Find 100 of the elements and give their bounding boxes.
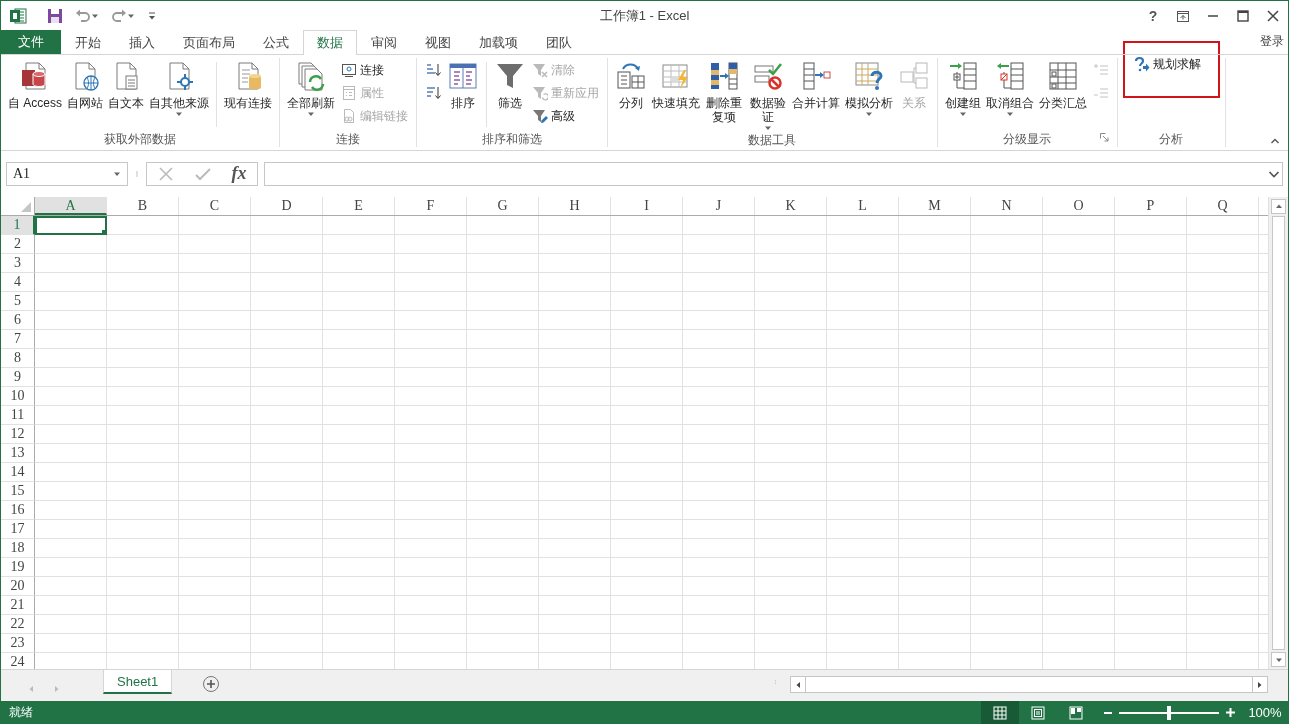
row-header[interactable]: 15	[1, 481, 35, 501]
ribbon-tab[interactable]: 公式	[249, 30, 303, 55]
column-header[interactable]: J	[683, 196, 755, 215]
plus-circle-icon	[202, 675, 221, 694]
ribbon-button[interactable]: 全部刷新	[285, 57, 337, 118]
zoom-in-button[interactable]	[1225, 707, 1236, 718]
formula-input[interactable]	[264, 161, 1283, 186]
ribbon-tab[interactable]: 数据	[303, 30, 357, 55]
ribbon-button[interactable]: 现有连接	[222, 57, 274, 110]
row-header[interactable]: 10	[1, 386, 35, 406]
ribbon-button[interactable]: 合并计算	[789, 57, 842, 110]
sign-in-link[interactable]: 登录	[1260, 33, 1288, 51]
row-header[interactable]: 20	[1, 576, 35, 596]
ribbon-button[interactable]: 规划求解	[1130, 52, 1204, 76]
ribbon-button[interactable]: 自文本	[106, 57, 146, 110]
ribbon-button[interactable]: 自网站	[65, 57, 105, 110]
row-header[interactable]: 9	[1, 367, 35, 387]
ribbon-button[interactable]: 快速填充	[650, 57, 702, 110]
refresh-files-icon	[295, 59, 327, 92]
chain-file-icon	[341, 108, 357, 125]
column-header[interactable]: O	[1043, 196, 1115, 215]
zoom-slider-thumb[interactable]	[1167, 705, 1171, 720]
ribbon-button[interactable]: 分列	[613, 57, 649, 110]
row-header[interactable]: 14	[1, 462, 35, 482]
column-header[interactable]: B	[107, 196, 179, 215]
row-header[interactable]: 8	[1, 348, 35, 368]
column-header[interactable]: K	[755, 196, 827, 215]
name-box[interactable]: A1	[6, 161, 128, 186]
column-header[interactable]: P	[1115, 196, 1187, 215]
help-button[interactable]: ?	[1138, 1, 1168, 30]
horizontal-scrollbar[interactable]	[790, 676, 1268, 694]
row-header[interactable]: 4	[1, 272, 35, 292]
scroll-right-icon	[1256, 680, 1264, 689]
ribbon-button[interactable]: 排序	[445, 57, 481, 110]
row-header[interactable]: 16	[1, 500, 35, 520]
page-break-icon	[1068, 704, 1084, 721]
row-header[interactable]: 6	[1, 310, 35, 330]
column-header[interactable]: E	[323, 196, 395, 215]
ribbon-button[interactable]: 分类汇总	[1036, 57, 1089, 110]
column-header[interactable]: M	[899, 196, 971, 215]
column-header[interactable]: Q	[1187, 196, 1259, 215]
column-header[interactable]: D	[251, 196, 323, 215]
funnel-clear-icon	[532, 62, 548, 79]
redo-icon	[111, 7, 127, 24]
spreadsheet-logo-icon	[9, 6, 27, 25]
connection-icon	[341, 62, 357, 79]
ribbon-tab[interactable]: 开始	[61, 30, 115, 55]
ribbon-tab[interactable]: 页面布局	[169, 30, 249, 55]
row-header[interactable]: 17	[1, 519, 35, 539]
column-header[interactable]: F	[395, 196, 467, 215]
insert-function-button[interactable]: fx	[231, 163, 247, 185]
ribbon-button[interactable]: 连接	[338, 58, 411, 82]
ribbon-button[interactable]: 高级	[529, 104, 602, 128]
row-header[interactable]: 2	[1, 234, 35, 254]
close-icon	[1266, 8, 1280, 23]
sheet-tab[interactable]: Sheet1	[103, 670, 173, 695]
ribbon-tab[interactable]: 加载项	[465, 30, 532, 55]
maximize-icon	[1236, 8, 1250, 23]
selected-cell[interactable]	[35, 215, 107, 235]
row-header[interactable]: 18	[1, 538, 35, 558]
row-header[interactable]: 5	[1, 291, 35, 311]
question-arrow-icon	[1133, 56, 1150, 73]
ribbon-button[interactable]: 自其他来源	[147, 57, 211, 118]
ribbon-tab[interactable]: 视图	[411, 30, 465, 55]
column-header[interactable]: G	[467, 196, 539, 215]
undo-icon	[75, 7, 91, 24]
ribbon-tab[interactable]: 审阅	[357, 30, 411, 55]
plus-icon	[1225, 707, 1236, 718]
column-header[interactable]: A	[35, 196, 107, 215]
caret-icon	[147, 10, 157, 21]
vertical-scrollbar[interactable]	[1268, 196, 1288, 670]
ribbon-button[interactable]: 自 Access	[6, 57, 64, 110]
row-header[interactable]: 21	[1, 595, 35, 615]
row-header[interactable]: 11	[1, 405, 35, 425]
column-header[interactable]: C	[179, 196, 251, 215]
ribbon-button[interactable]: 筛选	[492, 57, 528, 110]
ribbon-button[interactable]: 删除重复项	[703, 57, 746, 124]
ribbon-button[interactable]: 数据验证	[746, 57, 789, 132]
row-header[interactable]: 23	[1, 633, 35, 653]
zoom-level[interactable]: 100%	[1242, 705, 1288, 720]
column-header[interactable]: H	[539, 196, 611, 215]
row-header[interactable]: 22	[1, 614, 35, 634]
dialog-launcher-icon	[1099, 132, 1109, 142]
row-header[interactable]: 19	[1, 557, 35, 577]
ribbon-button[interactable]: 创建组	[942, 57, 983, 118]
view-button[interactable]	[981, 701, 1019, 724]
ribbon-button[interactable]: 取消组合	[983, 57, 1036, 118]
column-header[interactable]: L	[827, 196, 899, 215]
ribbon-tab[interactable]: 团队	[532, 30, 586, 55]
funnel-refresh-icon	[532, 85, 548, 102]
sort-descending-icon	[425, 85, 441, 102]
row-header[interactable]: 7	[1, 329, 35, 349]
row-header[interactable]: 3	[1, 253, 35, 273]
file-tab[interactable]: 文件	[1, 30, 61, 54]
row-header[interactable]: 13	[1, 443, 35, 463]
column-header[interactable]: I	[611, 196, 683, 215]
ribbon-tab[interactable]: 插入	[115, 30, 169, 55]
ribbon-button[interactable]: 模拟分析	[842, 57, 895, 118]
column-header[interactable]: N	[971, 196, 1043, 215]
row-header[interactable]: 12	[1, 424, 35, 444]
